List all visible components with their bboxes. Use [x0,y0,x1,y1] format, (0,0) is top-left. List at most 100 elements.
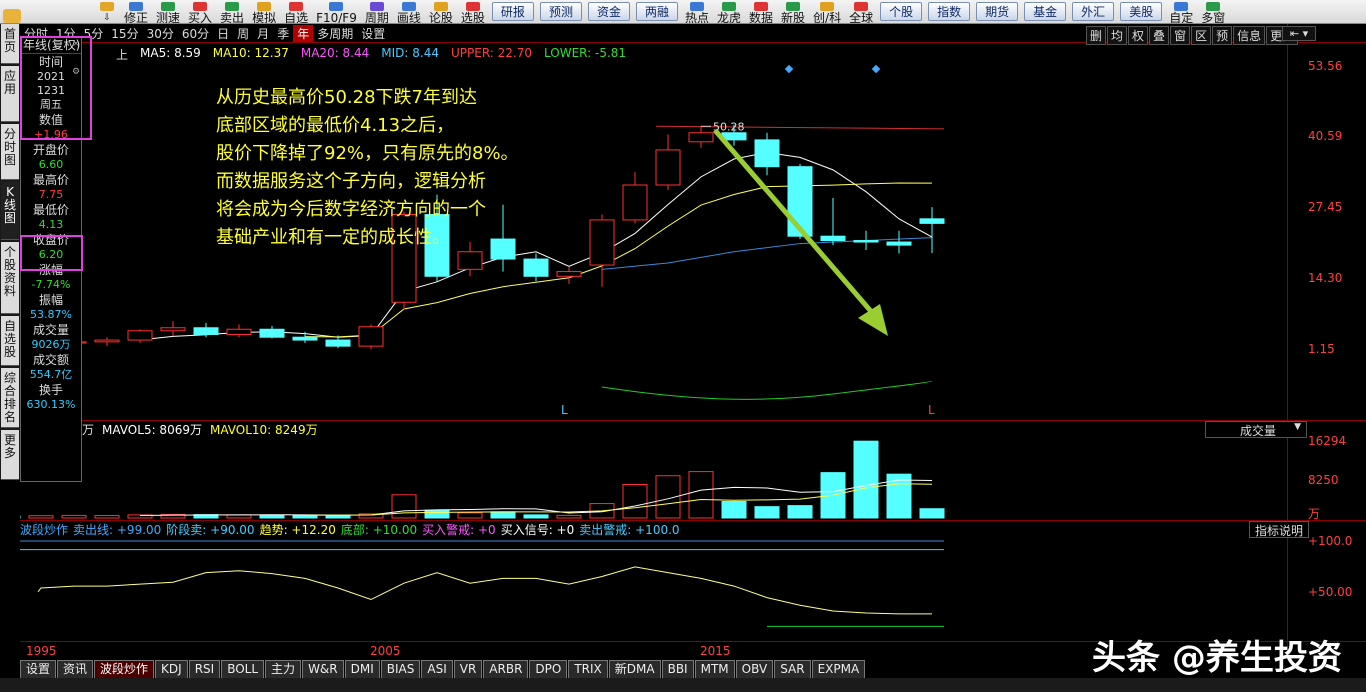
indicator-tab-14[interactable]: TRIX [568,660,608,678]
left-tab-4[interactable]: 个股资料 [1,242,19,314]
toolbar-item-a-6[interactable]: F10/F9 [312,0,361,23]
toolbar-item-a-1[interactable]: 测速 [152,0,184,23]
toolbar-item-a-7[interactable]: 周期 [361,0,393,23]
chart-tool-5[interactable]: 区 [1191,26,1212,45]
toolbar-item-a-5[interactable]: 自选 [280,0,312,23]
refresh-icon[interactable]: ⇩ [94,0,120,23]
period-tab-11[interactable]: 多周期 [313,25,357,42]
left-tab-7[interactable]: 更多 [1,430,19,480]
price-tick: 40.59 [1308,129,1343,143]
period-tab-3[interactable]: 15分 [107,25,142,42]
indicator-tab-18[interactable]: OBV [735,660,774,678]
data-value: -7.74% [31,278,71,291]
toolbar-item-b-5[interactable]: 全球 [845,0,877,23]
indicator-tab-19[interactable]: SAR [774,660,811,678]
period-tab-5[interactable]: 60分 [178,25,213,42]
volume-bar [556,514,582,519]
back-icon[interactable] [0,0,24,23]
toolbar-button-b-0[interactable]: 个股 [880,2,923,21]
left-tab-5[interactable]: 自选股 [1,316,19,366]
indicator-tab-5[interactable]: BOLL [221,660,265,678]
toolbar-item-icon [329,1,344,11]
toolbar-item-a-3[interactable]: 卖出 [216,0,248,23]
indicator-tab-7[interactable]: W&R [302,660,344,678]
left-tab-3[interactable]: K线图 [1,182,19,240]
toolbar-item-b-0[interactable]: 热点 [681,0,713,23]
indicator-tab-3[interactable]: KDJ [155,660,188,678]
indicator-tab-16[interactable]: BBI [661,660,694,678]
left-tab-2[interactable]: 分时图 [1,124,19,180]
chart-tool-6[interactable]: 预 [1212,26,1233,45]
chart-tool-7[interactable]: 信息 [1233,26,1266,45]
toolbar-button-b-2[interactable]: 期货 [976,2,1019,21]
toolbar-item-icon [820,1,835,11]
toolbar-button-b-3[interactable]: 基金 [1024,2,1067,21]
toolbar-item-a-4[interactable]: 模拟 [248,0,280,23]
toolbar-items-2: 热点 龙虎 数据 新股 创/科 全球 [681,0,877,23]
indicator-tab-6[interactable]: 主力 [265,660,302,678]
indicator-tab-17[interactable]: MTM [694,660,735,678]
indicator-tab-1[interactable]: 资讯 [57,660,94,678]
indicator-help-button[interactable]: 指标说明 [1249,521,1309,538]
left-tab-1[interactable]: 应用 [1,66,19,122]
candle-body [193,327,219,335]
toolbar-button-b-4[interactable]: 外汇 [1072,2,1115,21]
indicator-tab-10[interactable]: ASI [421,660,453,678]
annotation-line: 股价下降掉了92%，只有原先的8%。 [216,143,519,164]
indicator-tab-4[interactable]: RSI [188,660,221,678]
indicator-tab-9[interactable]: BIAS [380,660,421,678]
toolbar-item-b-4[interactable]: 创/科 [809,0,845,23]
volume-select[interactable]: 成交量 ▼ [1205,421,1307,438]
toolbar-item-c-0[interactable]: 自定 [1165,0,1197,23]
volume-bar [721,501,747,519]
toolbar-item-a-10[interactable]: 选股 [457,0,489,23]
candle-body [457,251,483,270]
toolbar-item-a-8[interactable]: 画线 [393,0,425,23]
indicator-tab-13[interactable]: DPO [529,660,568,678]
period-tab-4[interactable]: 30分 [143,25,178,42]
toolbar-item-b-2[interactable]: 数据 [745,0,777,23]
chart-tool-1[interactable]: 均 [1107,26,1128,45]
period-tab-7[interactable]: 周 [233,25,253,42]
left-tab-0[interactable]: 首页 [1,24,19,64]
indicator-tab-11[interactable]: VR [453,660,483,678]
toolbar-item-b-1[interactable]: 龙虎 [713,0,745,23]
toolbar-item-b-3[interactable]: 新股 [777,0,809,23]
highlight-box-time [20,36,92,140]
price-tick: 27.45 [1308,200,1343,214]
period-tab-9[interactable]: 季 [273,25,293,42]
period-tab-6[interactable]: 日 [213,25,233,42]
candle-body [886,241,912,246]
volume-bar [853,440,879,519]
period-tab-8[interactable]: 月 [253,25,273,42]
left-tab-6[interactable]: 综合排名 [1,368,19,428]
toolbar-button-a-0[interactable]: 研报 [491,2,534,21]
toolbar-item-a-2[interactable]: 买入 [184,0,216,23]
pin-arrow-icon[interactable]: ⇤ ▾ [1282,26,1316,41]
toolbar-item-c-1[interactable]: 多窗 [1197,0,1229,23]
chart-tool-2[interactable]: 权 [1128,26,1149,45]
data-label: 开盘价 [32,143,69,157]
period-tab-10[interactable]: 年 [293,24,314,42]
indicator-tab-0[interactable]: 设置 [20,660,57,678]
chart-tool-3[interactable]: 叠 [1149,26,1170,45]
indicator-tab-15[interactable]: 新DMA [608,660,661,678]
indicator-tab-2[interactable]: 波段炒作 [94,660,155,678]
toolbar-item-a-0[interactable]: 修正 [120,0,152,23]
toolbar-button-a-1[interactable]: 预测 [539,2,582,21]
toolbar-button-a-3[interactable]: 两融 [635,2,678,21]
indicator-tab-12[interactable]: ARBR [483,660,529,678]
toolbar-buttons: 研报 预测 资金 两融 [489,2,681,21]
indicator-tab-8[interactable]: DMI [344,660,380,678]
chart-area[interactable]: 50.28 L L 分时 1分 5分 15分 30分 60分日周月季年多周期 设置 上 MA5:… [20,24,1366,678]
upper-value: UPPER: 22.70 [450,46,533,60]
period-tab-12[interactable]: 设置 [357,25,389,42]
toolbar-buttons-2: 个股 指数 期货 基金 外汇 美股 [877,2,1165,21]
toolbar-button-a-2[interactable]: 资金 [587,2,630,21]
chart-tool-4[interactable]: 窗 [1170,26,1191,45]
toolbar-button-b-1[interactable]: 指数 [928,2,971,21]
toolbar-button-b-5[interactable]: 美股 [1120,2,1163,21]
chart-tool-0[interactable]: 删 [1086,26,1107,45]
toolbar-item-a-9[interactable]: 论股 [425,0,457,23]
indicator-tab-20[interactable]: EXPMA [811,660,866,678]
